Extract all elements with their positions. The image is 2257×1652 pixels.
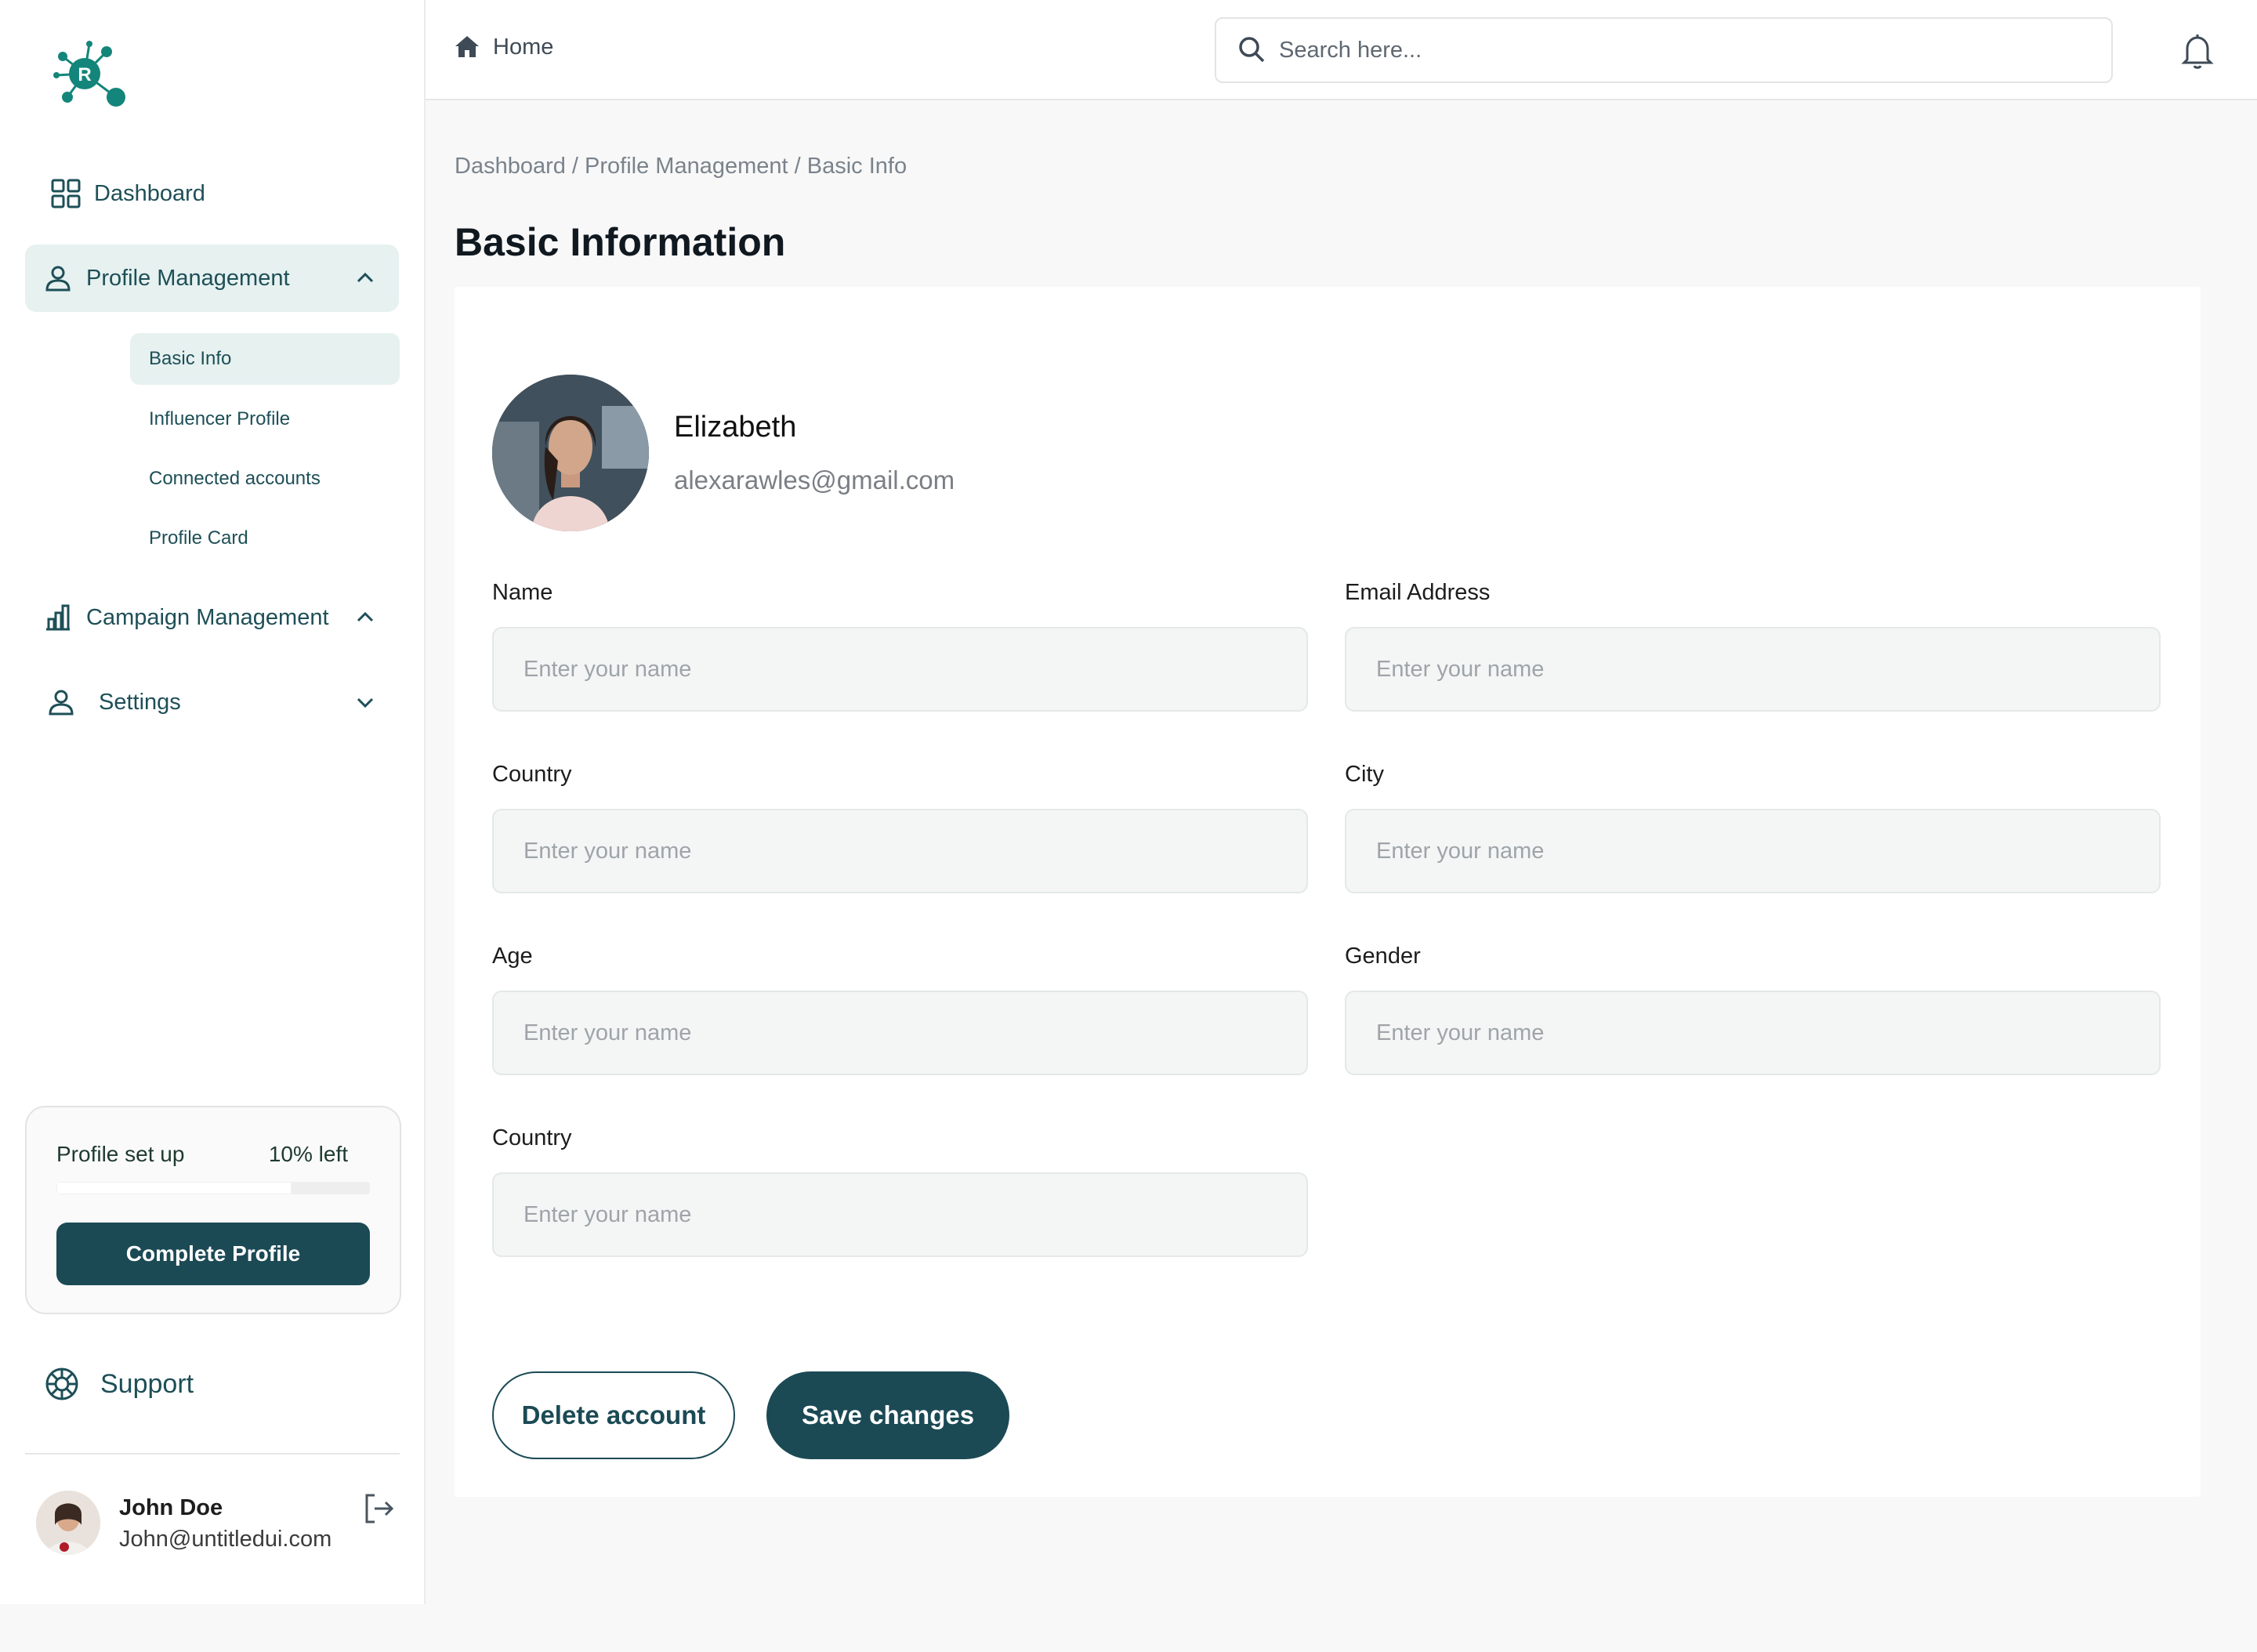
city-input[interactable] — [1376, 838, 2128, 864]
home-label: Home — [493, 34, 554, 60]
home-link[interactable]: Home — [454, 33, 553, 61]
user-icon — [44, 685, 78, 719]
name-field: Name — [492, 580, 1308, 712]
name-input-wrapper[interactable] — [492, 627, 1308, 712]
city-label: City — [1345, 762, 1384, 787]
country-label: Country — [492, 762, 572, 787]
user-profile: John Doe John@untitledui.com — [36, 1491, 397, 1558]
email-input-wrapper[interactable] — [1345, 627, 2161, 712]
search-bar[interactable] — [1215, 17, 2113, 83]
gender-label: Gender — [1345, 944, 1421, 969]
email-label: Email Address — [1345, 580, 1491, 605]
search-icon — [1237, 34, 1268, 66]
country-field-2: Country — [492, 1125, 1308, 1257]
name-label: Name — [492, 580, 553, 605]
email-input[interactable] — [1376, 656, 2128, 683]
sidebar-subitem-profile-card[interactable]: Profile Card — [130, 513, 400, 564]
sidebar-divider — [25, 1453, 400, 1455]
complete-profile-button[interactable]: Complete Profile — [56, 1223, 370, 1285]
topbar: Home — [426, 0, 2257, 100]
country-field: Country — [492, 762, 1308, 893]
chevron-up-icon[interactable] — [353, 606, 377, 629]
gender-field: Gender — [1345, 944, 2161, 1075]
gender-input[interactable] — [1376, 1020, 2128, 1046]
email-field: Email Address — [1345, 580, 2161, 712]
profile-setup-label: Profile set up — [56, 1142, 185, 1166]
sidebar-item-campaign-management[interactable]: Campaign Management — [25, 584, 399, 651]
chevron-down-icon[interactable] — [353, 690, 377, 714]
logout-icon[interactable] — [360, 1491, 397, 1527]
profile-avatar[interactable] — [492, 375, 649, 531]
save-changes-button[interactable]: Save changes — [766, 1371, 1009, 1459]
app-logo[interactable]: R — [49, 39, 130, 111]
city-input-wrapper[interactable] — [1345, 809, 2161, 893]
support-label: Support — [100, 1368, 194, 1399]
sidebar-subitem-connected-accounts[interactable]: Connected accounts — [130, 453, 400, 505]
sidebar-item-label: Profile Management — [86, 265, 290, 291]
sidebar-subitem-label: Connected accounts — [149, 468, 321, 489]
lifebuoy-icon — [44, 1366, 80, 1402]
country-input[interactable] — [523, 838, 1276, 864]
sidebar-item-label: Campaign Management — [86, 604, 329, 630]
profile-name: Elizabeth — [674, 411, 797, 444]
sidebar-item-dashboard[interactable]: Dashboard — [25, 160, 399, 227]
age-field: Age — [492, 944, 1308, 1075]
age-input[interactable] — [523, 1020, 1276, 1046]
gender-input-wrapper[interactable] — [1345, 991, 2161, 1075]
delete-account-button[interactable]: Delete account — [492, 1371, 735, 1459]
sidebar-subitem-label: Basic Info — [149, 348, 232, 369]
search-input[interactable] — [1279, 37, 2063, 63]
user-name: John Doe — [119, 1495, 223, 1520]
profile-setup-progress-bar — [56, 1182, 370, 1194]
country-input-wrapper[interactable] — [492, 809, 1308, 893]
country-input-2[interactable] — [523, 1201, 1276, 1228]
sidebar-subitem-label: Profile Card — [149, 527, 248, 549]
grid-icon — [49, 176, 83, 211]
country-label-2: Country — [492, 1125, 572, 1150]
sidebar-item-settings[interactable]: Settings — [25, 668, 399, 736]
age-input-wrapper[interactable] — [492, 991, 1308, 1075]
page-title: Basic Information — [455, 220, 786, 264]
svg-text:R: R — [78, 64, 91, 85]
bell-icon[interactable] — [2178, 31, 2217, 71]
sidebar-subitem-basic-info[interactable]: Basic Info — [130, 333, 400, 385]
user-icon — [41, 261, 75, 295]
profile-email: alexarawles@gmail.com — [674, 466, 955, 495]
sidebar-item-label: Settings — [99, 689, 181, 715]
avatar[interactable] — [36, 1491, 100, 1555]
name-input[interactable] — [523, 656, 1276, 683]
user-email: John@untitledui.com — [119, 1527, 332, 1552]
breadcrumb[interactable]: Dashboard / Profile Management / Basic I… — [455, 154, 907, 179]
bar-chart-icon — [41, 600, 75, 635]
profile-setup-progress-fill — [56, 1182, 292, 1194]
sidebar-item-profile-management[interactable]: Profile Management — [25, 245, 399, 312]
chevron-up-icon[interactable] — [353, 266, 377, 290]
support-link[interactable]: Support — [44, 1364, 194, 1404]
age-label: Age — [492, 944, 533, 969]
profile-setup-card: Profile set up 10% left Complete Profile — [25, 1106, 401, 1314]
sidebar: R Dashboard Profile Management Basic Inf… — [0, 0, 426, 1604]
profile-setup-remaining: 10% left — [268, 1142, 348, 1166]
city-field: City — [1345, 762, 2161, 893]
sidebar-subitem-influencer-profile[interactable]: Influencer Profile — [130, 393, 400, 445]
country-input-wrapper-2[interactable] — [492, 1172, 1308, 1257]
basic-info-card: Elizabeth alexarawles@gmail.com Name Ema… — [455, 287, 2201, 1497]
sidebar-subitem-label: Influencer Profile — [149, 408, 291, 429]
home-icon — [454, 33, 482, 61]
sidebar-item-label: Dashboard — [94, 180, 205, 206]
